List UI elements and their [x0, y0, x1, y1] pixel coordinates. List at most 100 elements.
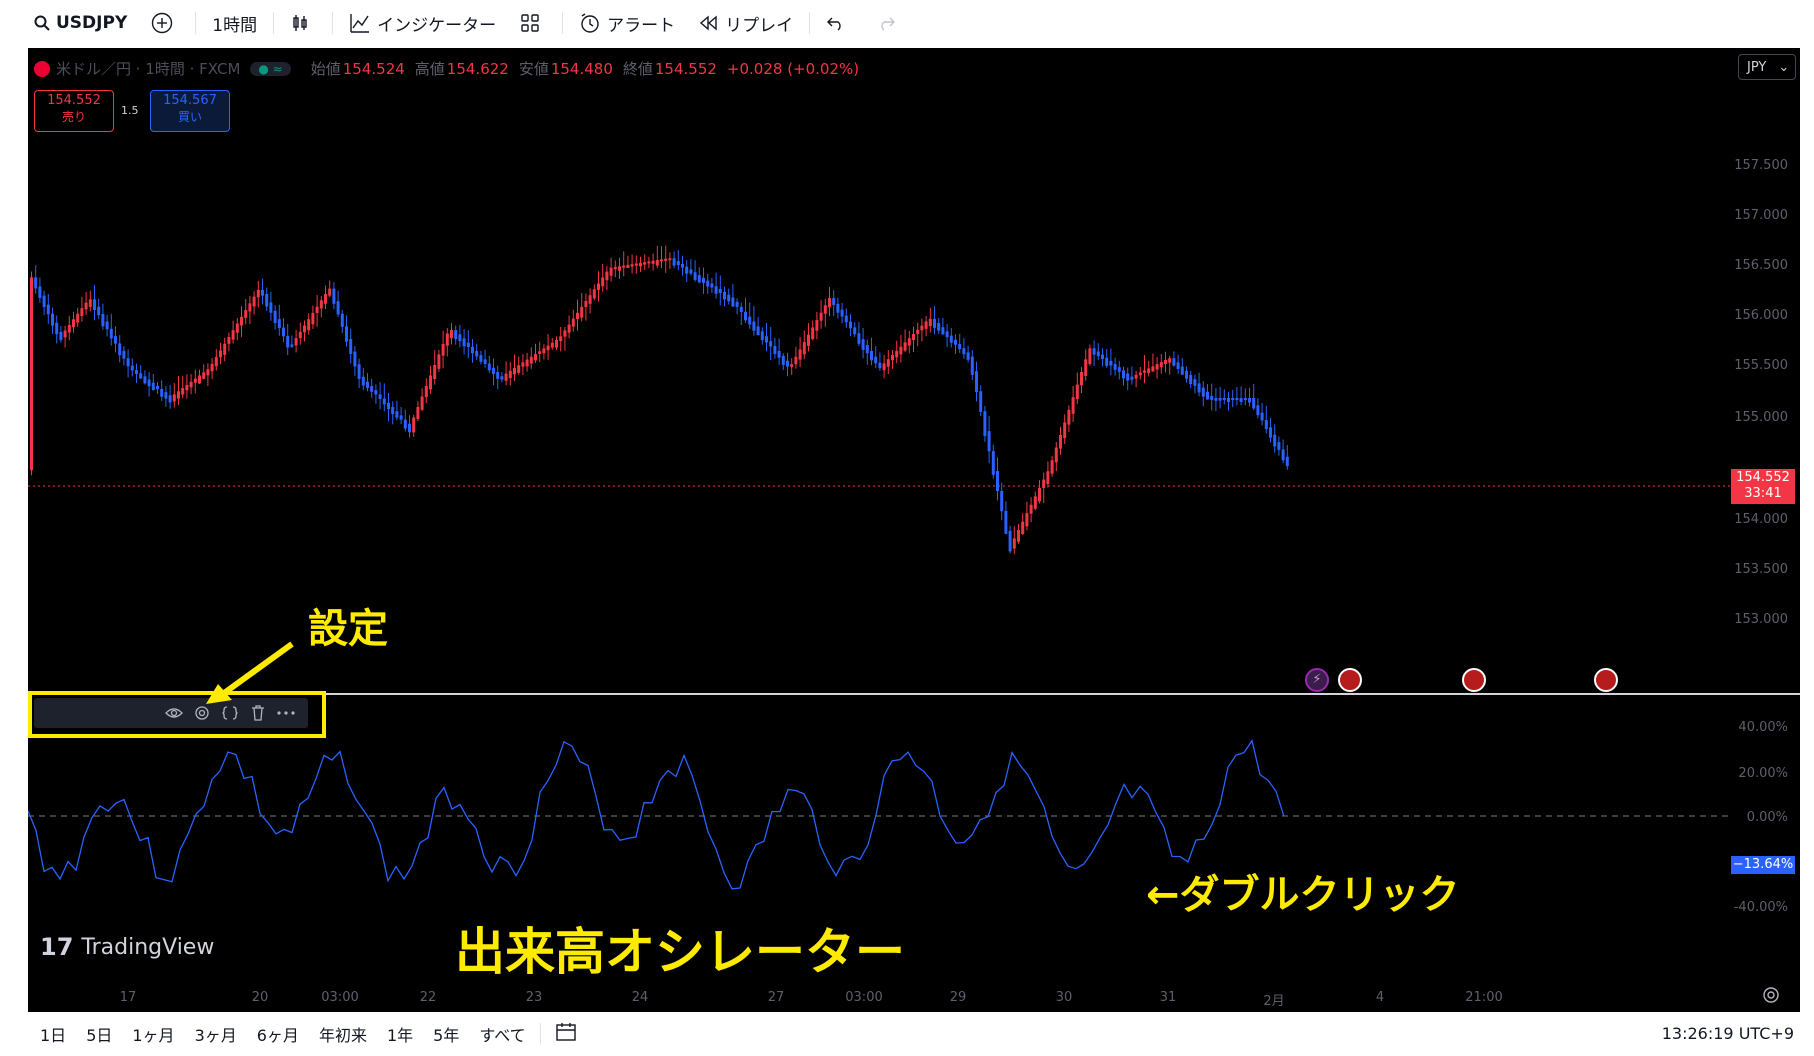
candle-body [727, 294, 731, 302]
candle-body [832, 298, 836, 306]
candle-body [147, 379, 151, 387]
candle-body [597, 283, 600, 290]
chart-canvas[interactable] [28, 48, 1800, 1012]
candle-body [51, 313, 54, 326]
candle-body [777, 350, 781, 358]
toolbar-divider [809, 12, 811, 34]
time-axis-label: 17 [119, 990, 137, 1005]
range-button[interactable]: 1年 [377, 1022, 423, 1046]
candle-body [256, 289, 260, 298]
range-button[interactable]: 年初来 [309, 1022, 377, 1046]
candle-body [744, 311, 747, 321]
price-axis-label: 157.500 [1734, 158, 1788, 173]
indicators-button[interactable]: インジケーター [337, 0, 508, 46]
candle-body [622, 265, 626, 268]
chart-pane[interactable]: 米ドル／円 · 1時間 · FXCM ● ≈ 始値 154.524 高値 154.6… [28, 48, 1800, 1012]
candle-body [912, 334, 915, 340]
range-button[interactable]: 6ヶ月 [247, 1022, 309, 1046]
chart-type-button[interactable] [278, 0, 328, 46]
candle-body [1269, 427, 1272, 438]
candle-body [374, 390, 378, 395]
alert-button[interactable]: アラート [567, 0, 687, 46]
candle-body [214, 357, 218, 367]
candle-body [634, 263, 638, 266]
candle-body [114, 336, 117, 344]
time-axis-label: 23 [525, 990, 543, 1005]
candle-body [1042, 479, 1046, 489]
candle-body [916, 329, 920, 335]
candle-body [412, 417, 416, 433]
candle-body [1155, 364, 1159, 370]
clock-timezone[interactable]: 13:26:19 UTC+9 [1662, 1024, 1794, 1043]
range-button[interactable]: 5年 [423, 1022, 469, 1046]
goto-date-button[interactable] [545, 1022, 587, 1046]
toolbar-divider [539, 1023, 541, 1045]
event-us-flag-icon[interactable] [1338, 668, 1362, 692]
candle-body [130, 365, 134, 371]
candle-body [529, 356, 533, 364]
candle-body [538, 351, 542, 355]
event-lightning-icon[interactable]: ⚡ [1305, 668, 1329, 692]
replay-button[interactable]: リプレイ [687, 0, 805, 46]
candle-body [903, 342, 907, 351]
candle-body [332, 288, 336, 304]
candle-body [937, 323, 941, 331]
candle-body [336, 301, 340, 315]
candle-body [395, 411, 399, 418]
candle-body [714, 286, 718, 294]
candle-body [324, 294, 327, 304]
alert-label: アラート [607, 15, 676, 36]
chart-settings-icon[interactable] [1760, 984, 1782, 1006]
candle-body [773, 346, 777, 354]
candle-body [496, 372, 500, 379]
buy-price: 154.567 [163, 93, 217, 108]
market-status-badge[interactable]: ● ≈ [250, 61, 291, 76]
event-us-flag-icon[interactable] [1594, 668, 1618, 692]
currency-select[interactable]: JPY ⌄ [1738, 54, 1796, 80]
undo-button[interactable] [814, 0, 864, 46]
time-axis-label: 30 [1055, 990, 1073, 1005]
candle-body [399, 415, 403, 420]
sell-button[interactable]: 154.552 売り [34, 90, 114, 132]
candle-body [252, 296, 256, 307]
candle-body [895, 350, 899, 358]
candle-body [513, 368, 516, 375]
buy-button[interactable]: 154.567 買い [150, 90, 230, 132]
symbol-search-button[interactable]: USDJPY [0, 0, 139, 46]
candle-body [185, 384, 189, 391]
range-button[interactable]: 5日 [76, 1022, 122, 1046]
candle-body [1063, 422, 1067, 439]
templates-button[interactable] [508, 0, 558, 46]
candle-body [206, 369, 210, 376]
candle-body [899, 346, 903, 355]
range-button[interactable]: すべて [469, 1022, 535, 1046]
range-button[interactable]: 3ヶ月 [185, 1022, 247, 1046]
candle-body [849, 321, 852, 329]
time-axis-label: 24 [631, 990, 649, 1005]
candle-body [76, 313, 80, 323]
candle-body [55, 322, 59, 335]
candle-body [1143, 370, 1146, 373]
candle-body [378, 394, 382, 400]
range-button[interactable]: 1日 [30, 1022, 76, 1046]
interval-button[interactable]: 1時間 [200, 0, 269, 46]
time-axis-label: 22 [419, 990, 437, 1005]
candle-body [441, 344, 445, 356]
candle-body [156, 385, 159, 390]
low-label: 安値 [518, 60, 549, 78]
candle-body [1008, 530, 1012, 552]
candle-body [105, 321, 109, 330]
candle-body [46, 304, 50, 315]
candle-body [475, 351, 479, 357]
candle-body [286, 336, 290, 348]
candle-body [1134, 374, 1138, 379]
candle-body [307, 319, 311, 331]
range-button[interactable]: 1ヶ月 [122, 1022, 184, 1046]
candle-body [853, 327, 857, 335]
price-axis-label: 153.000 [1734, 612, 1788, 627]
event-us-flag-icon[interactable] [1462, 668, 1486, 692]
redo-button[interactable] [864, 0, 914, 46]
compare-button[interactable] [139, 0, 191, 46]
candle-body [693, 272, 697, 280]
interval-label: 1時間 [212, 15, 258, 36]
